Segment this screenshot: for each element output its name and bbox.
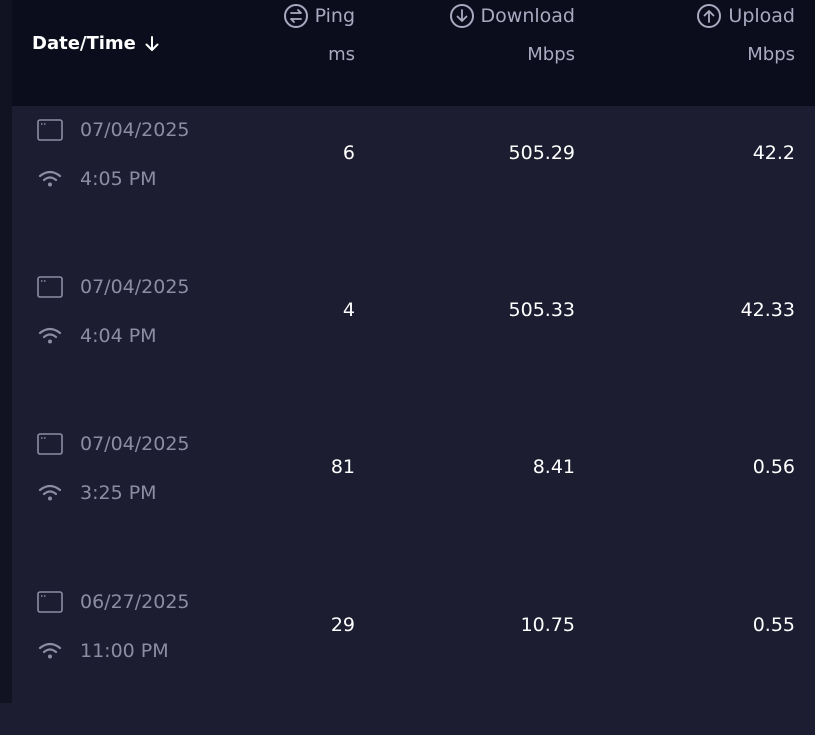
table-row[interactable]: 06/27/2025 11:00 PM 29 10.75 0.55 [12,578,815,735]
browser-window-icon [37,432,63,456]
row-date-text: 07/04/2025 [80,276,190,298]
row-ping-value: 29 [330,614,355,636]
browser-window-icon [37,275,63,299]
download-header-label: Download [480,5,575,27]
upload-icon [697,4,722,28]
row-time: 3:25 PM [37,481,157,505]
table-row[interactable]: 07/04/2025 3:25 PM 81 8.41 0.56 [12,420,815,577]
row-download-value: 10.75 [520,614,575,636]
table-row[interactable]: 07/04/2025 4:05 PM 6 505.29 42.2 [12,106,815,263]
browser-window-icon [37,590,63,614]
row-date: 07/04/2025 [37,432,190,456]
row-time-text: 3:25 PM [80,482,157,504]
row-time: 11:00 PM [37,639,169,663]
results-table: Date/Time Ping ms Download Mbps Upload M… [12,0,815,703]
arrow-down-icon [144,35,160,53]
row-ping-value: 6 [342,142,355,164]
row-date: 06/27/2025 [37,590,190,614]
download-icon [449,4,474,28]
table-header: Date/Time Ping ms Download Mbps Upload M… [12,0,815,106]
wifi-icon [37,167,63,191]
date-time-sort-header[interactable]: Date/Time [32,33,160,54]
ping-header-label: Ping [314,5,355,27]
row-download-value: 505.29 [508,142,575,164]
row-time-text: 11:00 PM [80,640,169,662]
wifi-icon [37,639,63,663]
wifi-icon [37,481,63,505]
browser-window-icon [37,118,63,142]
left-edge-strip [0,0,12,703]
row-time-text: 4:05 PM [80,168,157,190]
row-upload-value: 0.55 [752,614,795,636]
row-upload-value: 0.56 [752,456,795,478]
ping-icon [283,4,308,28]
row-date-text: 06/27/2025 [80,591,190,613]
row-date-text: 07/04/2025 [80,119,190,141]
row-time: 4:05 PM [37,167,157,191]
row-ping-value: 4 [342,299,355,321]
download-header[interactable]: Download [449,3,575,29]
upload-header-label: Upload [728,5,795,27]
row-download-value: 8.41 [532,456,575,478]
upload-header[interactable]: Upload [696,3,795,29]
row-upload-value: 42.33 [740,299,795,321]
ping-unit-label: ms [328,44,355,65]
row-date-text: 07/04/2025 [80,433,190,455]
download-unit-label: Mbps [527,44,575,65]
table-row[interactable]: 07/04/2025 4:04 PM 4 505.33 42.33 [12,263,815,420]
upload-unit-label: Mbps [747,44,795,65]
row-time: 4:04 PM [37,324,157,348]
wifi-icon [37,324,63,348]
date-time-header-label: Date/Time [32,33,136,54]
row-download-value: 505.33 [508,299,575,321]
row-date: 07/04/2025 [37,275,190,299]
row-time-text: 4:04 PM [80,325,157,347]
ping-header[interactable]: Ping [283,3,355,29]
row-ping-value: 81 [330,456,355,478]
row-upload-value: 42.2 [752,142,795,164]
row-date: 07/04/2025 [37,118,190,142]
